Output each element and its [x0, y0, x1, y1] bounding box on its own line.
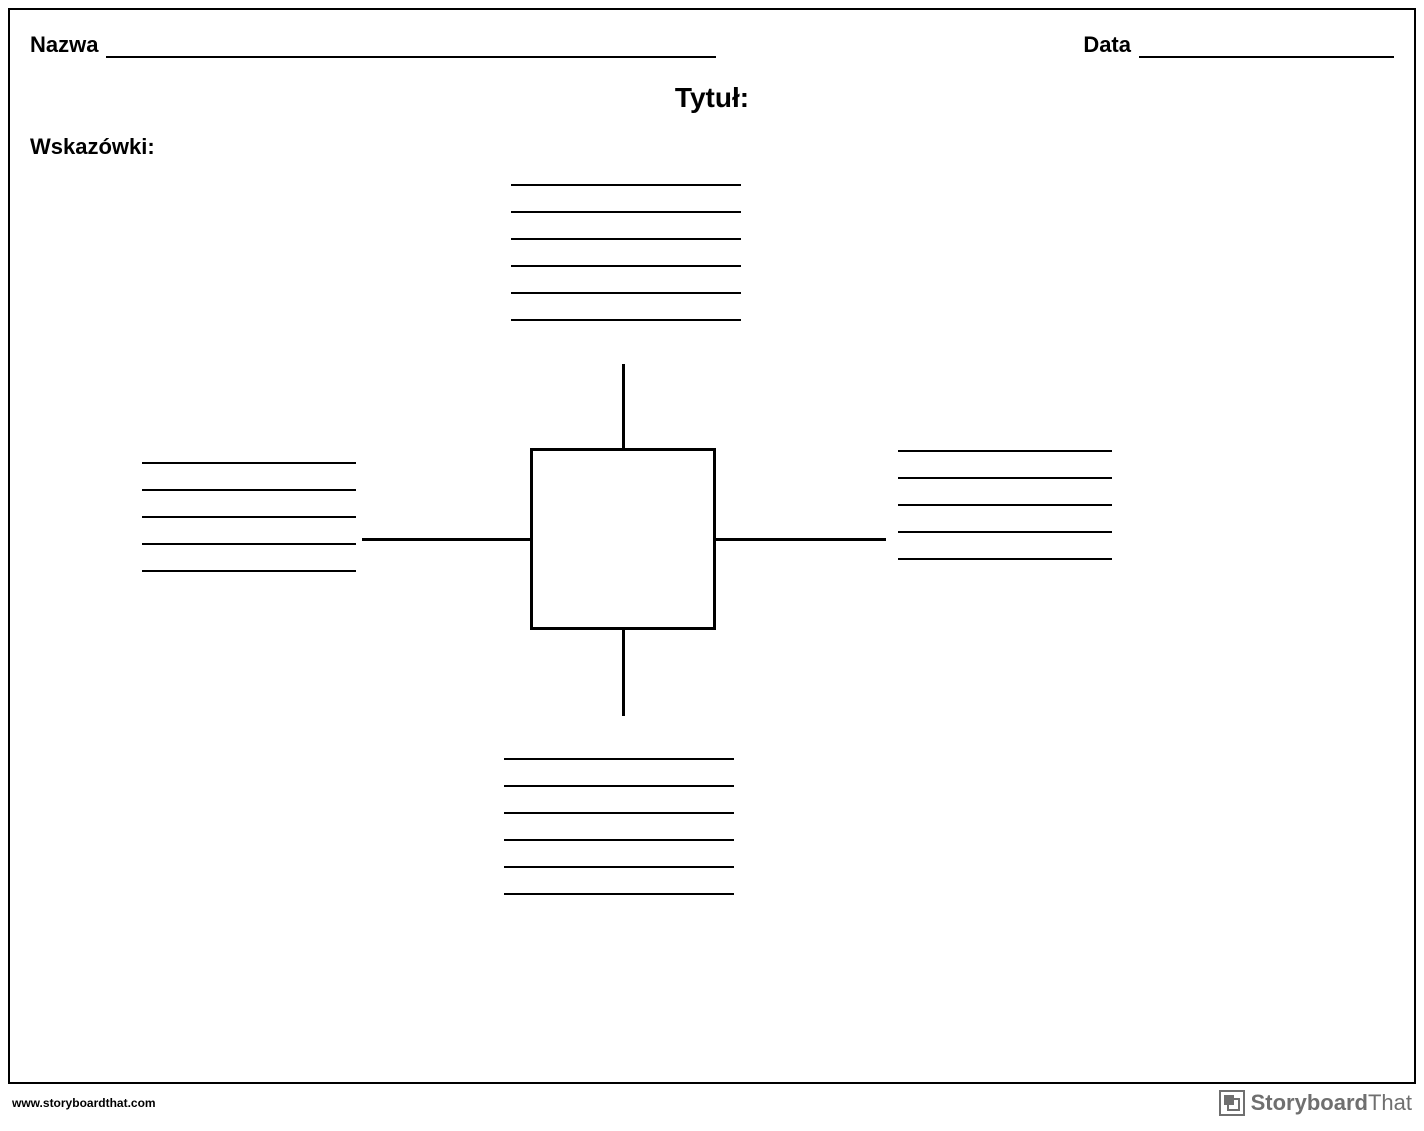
line-group-bottom [504, 758, 734, 895]
footer-brand: StoryboardThat [1219, 1090, 1412, 1116]
write-line[interactable] [142, 489, 356, 491]
write-line[interactable] [898, 477, 1112, 479]
write-line[interactable] [511, 319, 741, 321]
write-line[interactable] [142, 462, 356, 464]
hints-label: Wskazówki: [30, 134, 155, 160]
line-group-top [511, 184, 741, 321]
write-line[interactable] [142, 516, 356, 518]
name-label: Nazwa [30, 32, 98, 58]
write-line[interactable] [142, 543, 356, 545]
write-line[interactable] [898, 558, 1112, 560]
footer: www.storyboardthat.com StoryboardThat [12, 1090, 1412, 1116]
write-line[interactable] [898, 450, 1112, 452]
spider-map-diagram [0, 170, 1424, 1070]
write-line[interactable] [511, 238, 741, 240]
date-input-line[interactable] [1139, 36, 1394, 58]
header-row: Nazwa Data [30, 32, 1394, 58]
date-field: Data [1083, 32, 1394, 58]
write-line[interactable] [898, 504, 1112, 506]
name-input-line[interactable] [106, 36, 716, 58]
date-label: Data [1083, 32, 1131, 58]
connector-top [622, 364, 625, 450]
brand-light: That [1368, 1090, 1412, 1115]
write-line[interactable] [504, 812, 734, 814]
write-line[interactable] [504, 758, 734, 760]
brand-bold: Storyboard [1251, 1090, 1368, 1115]
storyboard-icon [1219, 1090, 1245, 1116]
write-line[interactable] [504, 893, 734, 895]
write-line[interactable] [511, 184, 741, 186]
brand-text: StoryboardThat [1251, 1090, 1412, 1116]
connector-left [362, 538, 532, 541]
connector-right [716, 538, 886, 541]
line-group-right [898, 450, 1112, 560]
footer-url: www.storyboardthat.com [12, 1096, 156, 1110]
title-label: Tytuł: [0, 82, 1424, 114]
write-line[interactable] [511, 292, 741, 294]
connector-bottom [622, 630, 625, 716]
line-group-left [142, 462, 356, 572]
center-box[interactable] [530, 448, 716, 630]
write-line[interactable] [511, 265, 741, 267]
name-field: Nazwa [30, 32, 716, 58]
write-line[interactable] [511, 211, 741, 213]
write-line[interactable] [504, 785, 734, 787]
write-line[interactable] [504, 839, 734, 841]
write-line[interactable] [504, 866, 734, 868]
write-line[interactable] [898, 531, 1112, 533]
write-line[interactable] [142, 570, 356, 572]
